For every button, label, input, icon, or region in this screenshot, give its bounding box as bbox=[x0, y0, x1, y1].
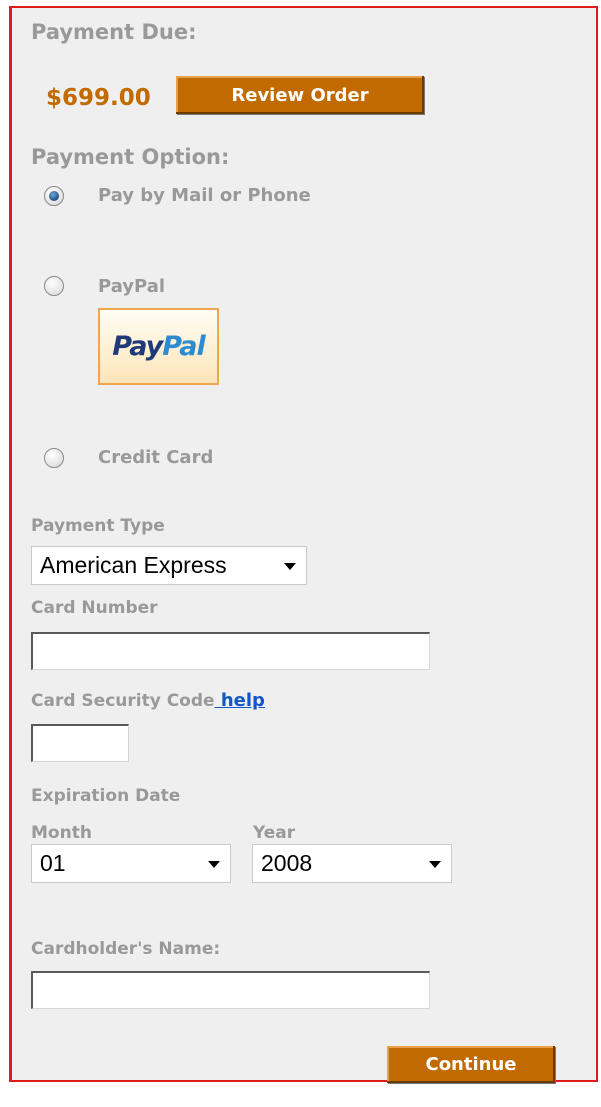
paypal-logo-button[interactable]: PayPal bbox=[98, 308, 219, 385]
year-value: 2008 bbox=[261, 850, 313, 876]
payment-amount: $699.00 bbox=[46, 85, 151, 111]
paypal-radio[interactable] bbox=[44, 276, 64, 296]
security-code-help-link[interactable]: help bbox=[215, 690, 265, 711]
payment-option-label: Payment Option: bbox=[31, 145, 230, 169]
year-label: Year bbox=[253, 823, 296, 843]
paypal-label[interactable]: PayPal bbox=[98, 276, 165, 297]
cardholder-name-label: Cardholder's Name: bbox=[31, 939, 221, 959]
chevron-down-icon bbox=[429, 860, 441, 868]
paypal-logo: PayPal bbox=[112, 331, 206, 362]
payment-due-label: Payment Due: bbox=[31, 20, 197, 44]
card-number-input[interactable] bbox=[31, 632, 430, 670]
continue-button[interactable]: Continue bbox=[387, 1046, 555, 1083]
pay-by-mail-radio[interactable] bbox=[44, 186, 64, 206]
credit-card-label[interactable]: Credit Card bbox=[98, 447, 213, 468]
credit-card-radio[interactable] bbox=[44, 448, 64, 468]
paypal-logo-part1: Pay bbox=[112, 331, 163, 362]
cardholder-name-input[interactable] bbox=[31, 971, 430, 1009]
payment-type-label: Payment Type bbox=[31, 516, 165, 536]
paypal-logo-part2: Pal bbox=[162, 331, 206, 362]
month-label: Month bbox=[31, 823, 92, 843]
expiration-date-label: Expiration Date bbox=[31, 786, 181, 806]
chevron-down-icon bbox=[284, 562, 296, 570]
security-code-input[interactable] bbox=[31, 724, 129, 762]
month-value: 01 bbox=[40, 850, 66, 876]
year-select[interactable]: 2008 bbox=[252, 844, 452, 883]
security-code-label-text: Card Security Code bbox=[31, 691, 215, 711]
card-number-label: Card Number bbox=[31, 598, 158, 618]
payment-type-value: American Express bbox=[40, 552, 227, 578]
review-order-button[interactable]: Review Order bbox=[176, 76, 424, 114]
payment-panel: Payment Due: $699.00 Review Order Paymen… bbox=[9, 6, 598, 1083]
chevron-down-icon bbox=[208, 860, 220, 868]
pay-by-mail-label[interactable]: Pay by Mail or Phone bbox=[98, 185, 311, 206]
security-code-label: Card Security Code help bbox=[31, 690, 265, 711]
month-select[interactable]: 01 bbox=[31, 844, 231, 883]
payment-type-select[interactable]: American Express bbox=[31, 546, 307, 585]
